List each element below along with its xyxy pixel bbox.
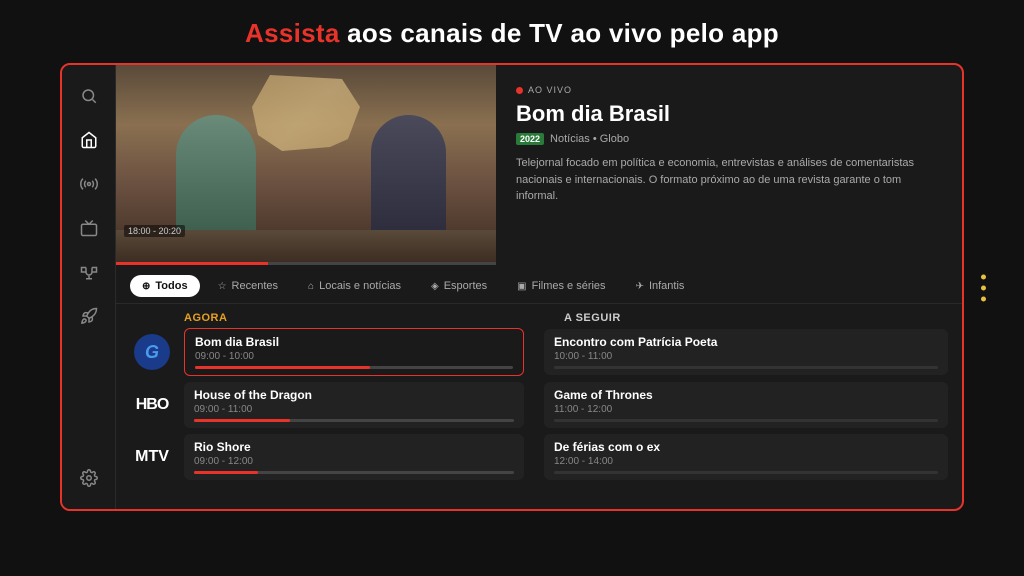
channel-rows: G Bom dia Brasil 09:00 - 10:00 Encontro …: [116, 328, 962, 509]
video-area[interactable]: 18:00 - 20:20: [116, 65, 496, 265]
mtv-now[interactable]: Rio Shore 09:00 - 12:00: [184, 434, 524, 480]
globo-progress-fill: [195, 366, 370, 369]
tab-infantis[interactable]: ✈ Infantis: [624, 275, 697, 297]
info-panel: AO VIVO Bom dia Brasil 2022 Notícias • G…: [496, 65, 962, 265]
main-container: 18:00 - 20:20 AO VIVO Bom dia Brasil 202…: [60, 63, 964, 511]
hbo-now-title: House of the Dragon: [194, 388, 514, 402]
trophy-icon[interactable]: [78, 261, 100, 283]
hbo-logo: HBO: [130, 387, 174, 423]
dot-2: [981, 286, 986, 291]
globo-now-title: Bom dia Brasil: [195, 335, 513, 349]
hbo-now-time: 09:00 - 11:00: [194, 404, 514, 415]
page-header: Assista aos canais de TV ao vivo pelo ap…: [0, 0, 1024, 63]
home-icon[interactable]: [78, 129, 100, 151]
video-progress-fill: [116, 262, 268, 265]
globo-now-progress: [195, 366, 513, 369]
hbo-next[interactable]: Game of Thrones 11:00 - 12:00: [544, 382, 948, 428]
mtv-logo: MTV: [130, 439, 174, 475]
tab-infantis-label: Infantis: [649, 280, 684, 292]
channel-list: AGORA A SEGUIR G Bom dia Brasil 09:00 - …: [116, 304, 962, 509]
globo-next-title: Encontro com Patrícia Poeta: [554, 335, 938, 349]
mtv-now-title: Rio Shore: [194, 440, 514, 454]
tabs-section: ⊕ Todos ☆ Recentes ⌂ Locais e notícias ◈…: [116, 265, 962, 304]
live-icon[interactable]: [78, 173, 100, 195]
video-time-label: 18:00 - 20:20: [124, 225, 185, 237]
rocket-icon[interactable]: [78, 305, 100, 327]
globo-next[interactable]: Encontro com Patrícia Poeta 10:00 - 11:0…: [544, 329, 948, 375]
tab-todos-icon: ⊕: [142, 281, 150, 292]
hbo-next-time: 11:00 - 12:00: [554, 404, 938, 415]
mtv-now-time: 09:00 - 12:00: [194, 456, 514, 467]
top-section: 18:00 - 20:20 AO VIVO Bom dia Brasil 202…: [116, 65, 962, 265]
hbo-now-progress: [194, 419, 514, 422]
tab-recentes-label: Recentes: [232, 280, 278, 292]
hbo-next-title: Game of Thrones: [554, 388, 938, 402]
tab-esportes-icon: ◈: [431, 281, 439, 292]
channel-row: MTV Rio Shore 09:00 - 12:00 De férias co…: [130, 434, 948, 480]
video-progress-bar: [116, 262, 496, 265]
gear-icon[interactable]: [78, 467, 100, 489]
tab-recentes[interactable]: ☆ Recentes: [206, 275, 290, 297]
mtv-next-time: 12:00 - 14:00: [554, 456, 938, 467]
globo-now-time: 09:00 - 10:00: [195, 351, 513, 362]
tab-filmes-label: Filmes e séries: [532, 280, 606, 292]
live-badge: AO VIVO: [516, 85, 942, 95]
side-dots: [981, 275, 986, 302]
channel-row: G Bom dia Brasil 09:00 - 10:00 Encontro …: [130, 328, 948, 376]
show-description: Telejornal focado em política e economia…: [516, 155, 942, 205]
column-headers: AGORA A SEGUIR: [116, 304, 962, 328]
tab-filmes[interactable]: ▣ Filmes e séries: [505, 275, 617, 297]
show-meta: 2022 Notícias • Globo: [516, 133, 942, 145]
tab-todos-label: Todos: [155, 280, 187, 292]
content-area: 18:00 - 20:20 AO VIVO Bom dia Brasil 202…: [116, 65, 962, 509]
tab-todos[interactable]: ⊕ Todos: [130, 275, 200, 297]
tab-locais[interactable]: ⌂ Locais e notícias: [296, 275, 413, 297]
mtv-next[interactable]: De férias com o ex 12:00 - 14:00: [544, 434, 948, 480]
tab-esportes[interactable]: ◈ Esportes: [419, 275, 499, 297]
globo-next-progress: [554, 366, 938, 369]
mtv-next-title: De férias com o ex: [554, 440, 938, 454]
show-category: Notícias • Globo: [550, 133, 629, 145]
tv-icon[interactable]: [78, 217, 100, 239]
search-icon[interactable]: [78, 85, 100, 107]
tab-locais-label: Locais e notícias: [319, 280, 401, 292]
globo-next-time: 10:00 - 11:00: [554, 351, 938, 362]
tab-locais-icon: ⌂: [308, 281, 314, 292]
header-rest: aos canais de TV ao vivo pelo app: [340, 18, 779, 48]
dot-1: [981, 275, 986, 280]
header-accent: Assista: [245, 18, 340, 48]
globo-logo: G: [130, 334, 174, 370]
mtv-progress-fill: [194, 471, 258, 474]
mtv-now-progress: [194, 471, 514, 474]
live-dot: [516, 87, 523, 94]
globo-now[interactable]: Bom dia Brasil 09:00 - 10:00: [184, 328, 524, 376]
channel-row: HBO House of the Dragon 09:00 - 11:00 Ga…: [130, 382, 948, 428]
tab-recentes-icon: ☆: [218, 281, 227, 292]
tab-filmes-icon: ▣: [517, 281, 526, 292]
tab-esportes-label: Esportes: [444, 280, 487, 292]
mtv-next-progress: [554, 471, 938, 474]
hbo-progress-fill: [194, 419, 290, 422]
show-title: Bom dia Brasil: [516, 101, 942, 127]
meta-badge: 2022: [516, 133, 544, 145]
agora-header: AGORA: [184, 312, 564, 324]
hbo-next-progress: [554, 419, 938, 422]
hbo-now[interactable]: House of the Dragon 09:00 - 11:00: [184, 382, 524, 428]
sidebar: [62, 65, 116, 509]
dot-3: [981, 297, 986, 302]
a-seguir-header: A SEGUIR: [564, 312, 621, 324]
tab-infantis-icon: ✈: [636, 281, 644, 292]
